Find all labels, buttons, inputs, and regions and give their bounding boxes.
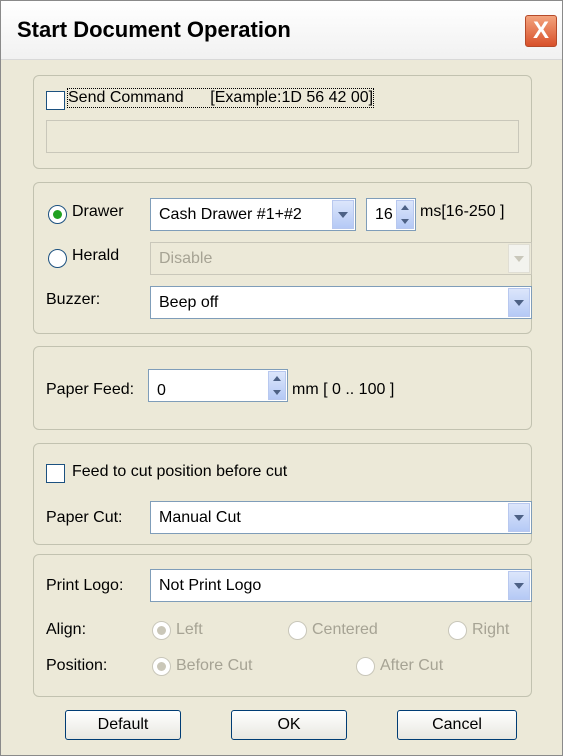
- paper-feed-range: mm [ 0 .. 100 ]: [292, 381, 395, 398]
- align-right-radio[interactable]: [448, 621, 467, 640]
- paper-feed-label: Paper Feed:: [46, 381, 135, 398]
- chevron-down-icon[interactable]: [508, 571, 530, 600]
- align-right-label: Right: [472, 621, 510, 638]
- chevron-down-icon[interactable]: [508, 503, 530, 532]
- align-left-label: Left: [176, 621, 203, 638]
- print-logo-select-value: Not Print Logo: [159, 576, 262, 594]
- title-bar: Start Document Operation X: [1, 1, 562, 60]
- align-centered-label: Centered: [312, 621, 378, 638]
- default-button[interactable]: Default: [65, 710, 181, 740]
- paper-feed-group: Paper Feed: 0 mm [ 0 .. 100 ]: [33, 346, 532, 430]
- drawer-label: Drawer: [72, 203, 124, 220]
- align-left-radio[interactable]: [152, 621, 171, 640]
- chevron-down-icon[interactable]: [508, 288, 530, 317]
- align-label: Align:: [46, 621, 87, 638]
- send-command-example: [Example:1D 56 42 00]: [210, 89, 374, 106]
- herald-select[interactable]: Disable: [150, 242, 532, 275]
- spin-down-icon[interactable]: [269, 386, 285, 400]
- herald-label: Herald: [72, 247, 120, 264]
- paper-cut-select-value: Manual Cut: [159, 508, 241, 526]
- drawer-select-value: Cash Drawer #1+#2: [159, 205, 302, 223]
- before-cut-radio[interactable]: [152, 657, 171, 676]
- buzzer-select-value: Beep off: [159, 293, 219, 311]
- after-cut-radio[interactable]: [356, 657, 375, 676]
- print-logo-group: Print Logo: Not Print Logo Align: Left C…: [33, 554, 532, 697]
- ok-button[interactable]: OK: [231, 710, 347, 740]
- close-icon: X: [532, 17, 549, 44]
- position-label: Position:: [46, 657, 108, 674]
- buzzer-select[interactable]: Beep off: [150, 286, 532, 319]
- drawer-group: Drawer Cash Drawer #1+#2 16 ms[16-250 ] …: [33, 182, 532, 334]
- chevron-down-icon: [508, 244, 530, 273]
- send-command-label: Send Command [Example:1D 56 42 00]: [66, 88, 375, 108]
- paper-feed-value: 0: [157, 382, 166, 399]
- ms-spin[interactable]: [396, 200, 414, 229]
- send-command-group: Send Command [Example:1D 56 42 00]: [33, 75, 532, 169]
- send-command-checkbox[interactable]: [46, 91, 65, 110]
- print-logo-label: Print Logo:: [46, 577, 124, 594]
- drawer-radio[interactable]: [48, 205, 67, 224]
- drawer-select[interactable]: Cash Drawer #1+#2: [150, 198, 356, 231]
- ms-stepper[interactable]: 16: [366, 198, 416, 231]
- paper-cut-group: Feed to cut position before cut Paper Cu…: [33, 443, 532, 545]
- cancel-button[interactable]: Cancel: [397, 710, 517, 740]
- send-command-text: Send Command: [68, 89, 184, 106]
- dialog-window: Start Document Operation X Send Command …: [0, 0, 563, 756]
- spin-up-icon[interactable]: [397, 201, 413, 215]
- align-centered-radio[interactable]: [288, 621, 307, 640]
- herald-select-value: Disable: [159, 249, 213, 267]
- paper-cut-label: Paper Cut:: [46, 509, 123, 526]
- feed-to-cut-checkbox[interactable]: [46, 464, 65, 483]
- feed-to-cut-label: Feed to cut position before cut: [72, 463, 288, 480]
- ms-value: 16: [375, 205, 393, 223]
- after-cut-label: After Cut: [380, 657, 444, 674]
- spin-up-icon[interactable]: [269, 372, 285, 386]
- spin-down-icon[interactable]: [397, 215, 413, 229]
- ms-range-label: ms[16-250 ]: [420, 203, 505, 220]
- close-button[interactable]: X: [525, 15, 557, 47]
- dialog-title: Start Document Operation: [17, 17, 291, 42]
- herald-radio[interactable]: [48, 249, 67, 268]
- before-cut-label: Before Cut: [176, 657, 253, 674]
- paper-feed-spin[interactable]: [268, 371, 286, 400]
- buzzer-label: Buzzer:: [46, 291, 101, 308]
- paper-cut-select[interactable]: Manual Cut: [150, 501, 532, 534]
- chevron-down-icon[interactable]: [332, 200, 354, 229]
- command-input[interactable]: [46, 120, 519, 153]
- paper-feed-stepper[interactable]: 0: [148, 369, 288, 402]
- print-logo-select[interactable]: Not Print Logo: [150, 569, 532, 602]
